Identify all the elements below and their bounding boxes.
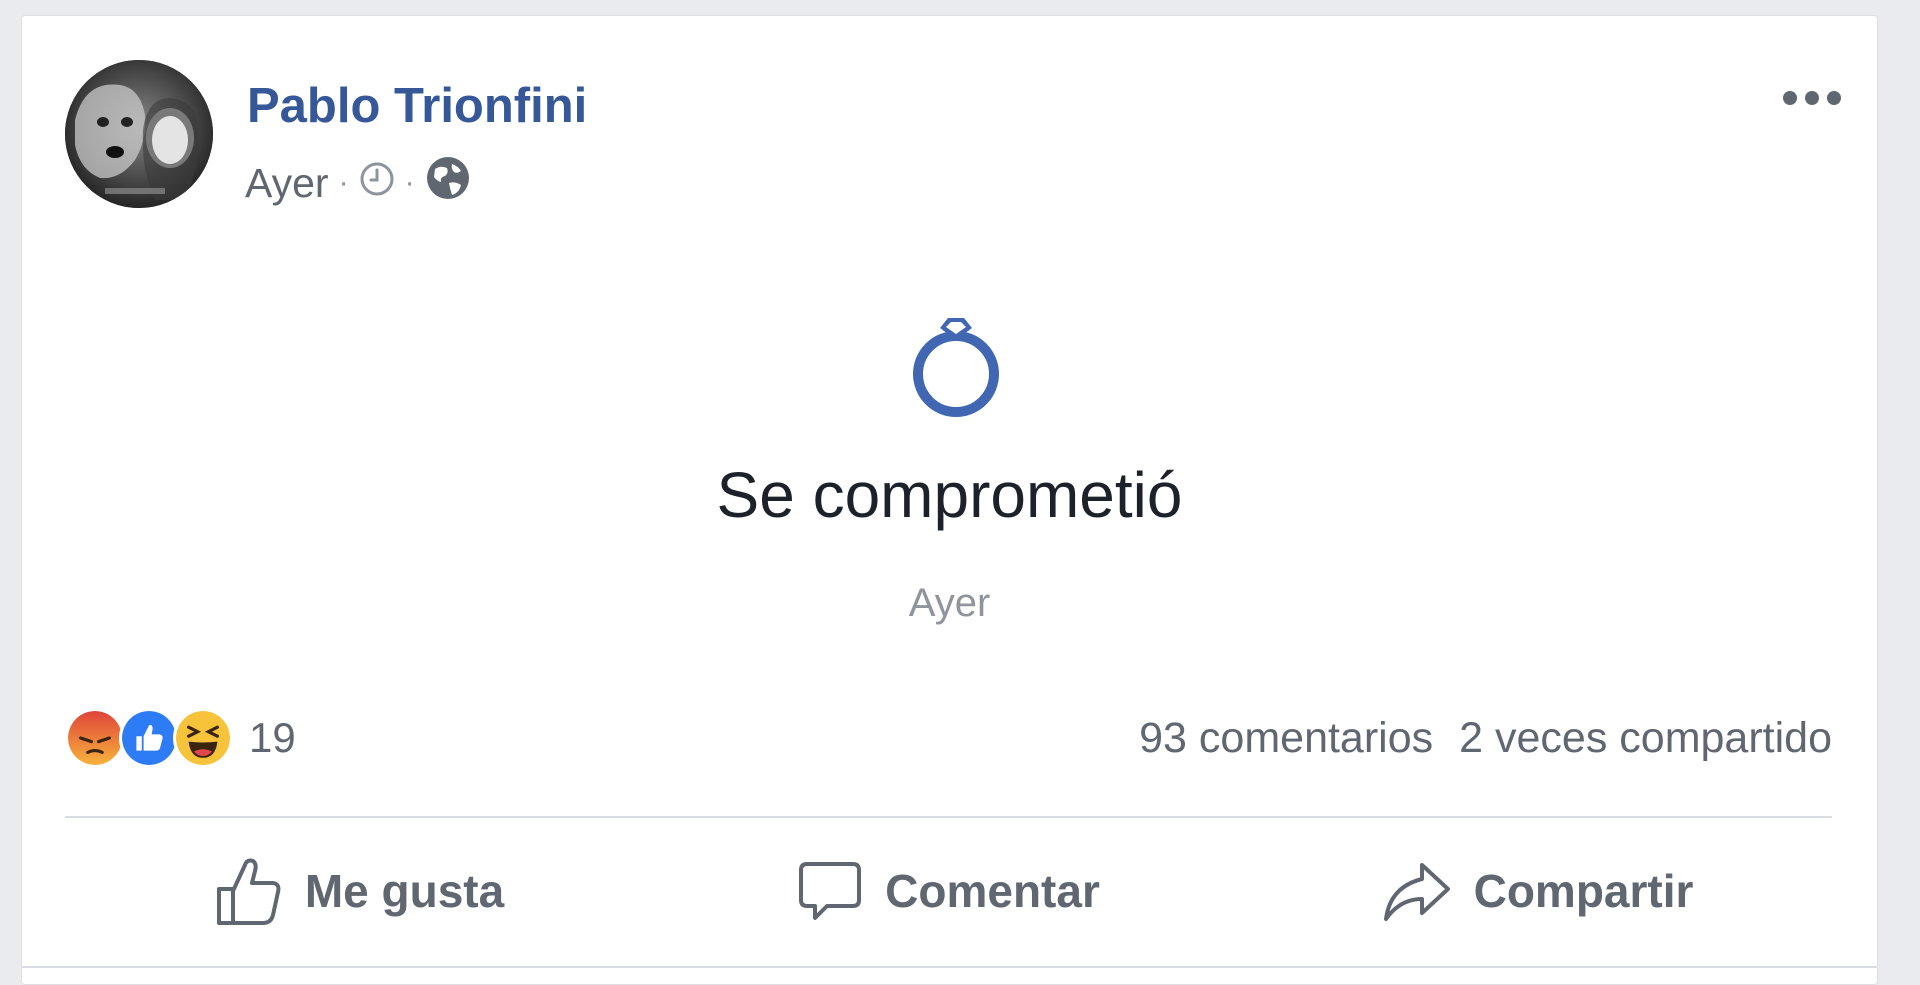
thumbs-up-icon [215, 855, 283, 927]
reaction-count: 19 [249, 714, 296, 761]
shares-count-link[interactable]: 2 veces compartido [1459, 714, 1832, 763]
more-options-button[interactable] [1777, 80, 1847, 116]
author-name-link[interactable]: Pablo Trionfini [247, 82, 587, 131]
comment-button-label: Comentar [885, 865, 1100, 917]
post-actions: Me gusta Comentar Compartir [65, 831, 1832, 951]
author-avatar[interactable] [65, 60, 213, 208]
life-event-title: Se comprometió [716, 459, 1183, 531]
divider [65, 816, 1832, 818]
comment-bubble-icon [797, 858, 863, 924]
ring-icon [906, 314, 1006, 422]
clock-icon[interactable] [359, 160, 395, 207]
like-button[interactable]: Me gusta [65, 831, 654, 951]
more-dots-icon [1783, 91, 1841, 105]
like-reaction-icon [119, 708, 179, 768]
separator-dot: · [404, 166, 415, 199]
separator-dot: · [338, 166, 349, 199]
life-event-date: Ayer [908, 581, 991, 625]
avatar-image [65, 60, 213, 208]
haha-reaction-icon [173, 708, 233, 768]
post-timestamp[interactable]: Ayer [245, 160, 329, 207]
bottom-divider [22, 966, 1877, 968]
angry-reaction-icon [65, 708, 125, 768]
comments-count-link[interactable]: 93 comentarios [1139, 714, 1433, 763]
like-button-label: Me gusta [304, 865, 505, 917]
share-button[interactable]: Compartir [1243, 831, 1832, 951]
comment-button[interactable]: Comentar [654, 831, 1243, 951]
post-meta: Ayer · · [245, 157, 471, 207]
reactions-summary[interactable]: 19 [65, 706, 296, 770]
engagement-stats: 93 comentarios 2 veces compartido [1139, 714, 1832, 763]
post-card: Pablo Trionfini Ayer · · Se comprometió … [21, 15, 1878, 985]
share-button-label: Compartir [1473, 865, 1694, 917]
share-arrow-icon [1382, 859, 1452, 923]
globe-icon[interactable] [425, 155, 471, 211]
